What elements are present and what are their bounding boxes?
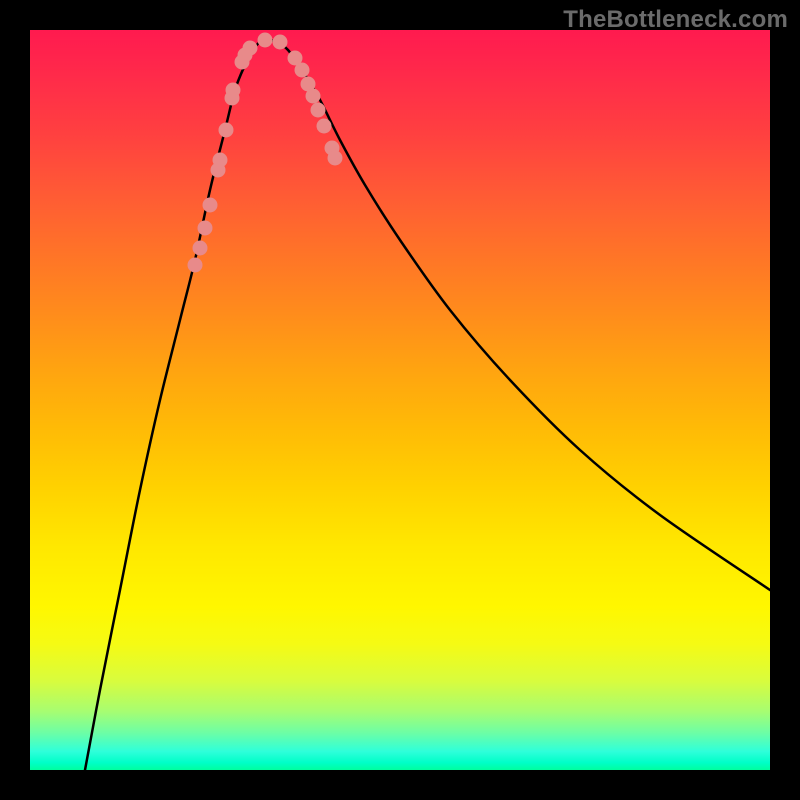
scatter-dot xyxy=(243,41,258,56)
scatter-dot xyxy=(188,258,203,273)
scatter-dots xyxy=(188,33,343,273)
scatter-dot xyxy=(311,103,326,118)
chart-container: TheBottleneck.com xyxy=(0,0,800,800)
plot-area xyxy=(30,30,770,770)
scatter-dot xyxy=(328,151,343,166)
scatter-dot xyxy=(203,198,218,213)
curve-line xyxy=(85,40,770,770)
scatter-dot xyxy=(213,153,228,168)
scatter-dot xyxy=(219,123,234,138)
scatter-dot xyxy=(317,119,332,134)
scatter-dot xyxy=(258,33,273,48)
scatter-dot xyxy=(273,35,288,50)
watermark-text: TheBottleneck.com xyxy=(563,6,788,34)
scatter-dot xyxy=(306,89,321,104)
scatter-dot xyxy=(226,83,241,98)
chart-svg xyxy=(30,30,770,770)
scatter-dot xyxy=(198,221,213,236)
scatter-dot xyxy=(295,63,310,78)
scatter-dot xyxy=(193,241,208,256)
